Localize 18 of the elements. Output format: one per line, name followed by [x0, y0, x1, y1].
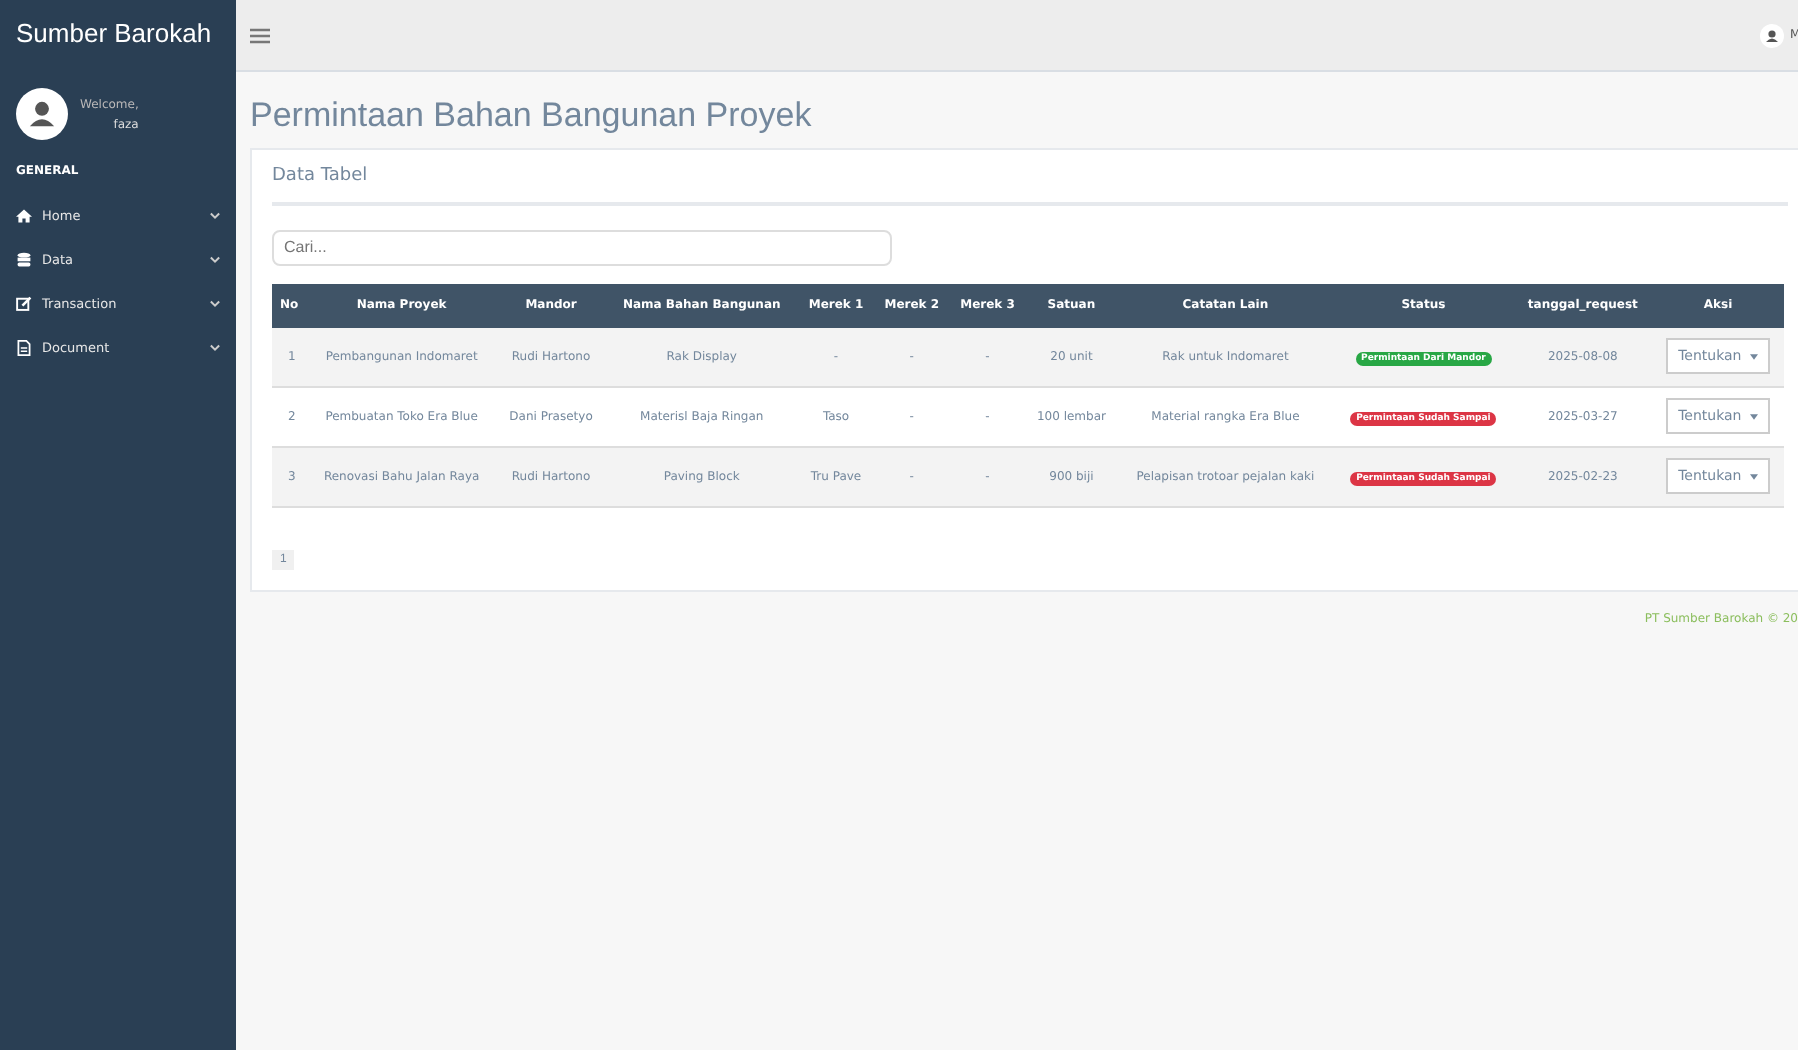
- avatar-icon: [16, 88, 68, 140]
- chevron-icon: [210, 212, 220, 220]
- card-title: Data Tabel: [272, 162, 1788, 206]
- caret-icon: [1749, 473, 1758, 480]
- search-field[interactable]: Cari...: [272, 229, 892, 265]
- menu-icon[interactable]: [250, 27, 270, 43]
- caret-icon: [1749, 353, 1758, 360]
- avatar-icon: [1760, 23, 1784, 47]
- database-icon: [16, 252, 32, 268]
- chevron-icon: [210, 344, 220, 352]
- edit-icon: [16, 296, 32, 312]
- caret-icon: [1749, 413, 1758, 420]
- home-icon: [16, 208, 32, 224]
- document-icon: [16, 340, 32, 356]
- page-title: Permintaan Bahan Bangunan Proyek: [250, 96, 814, 136]
- chevron-icon: [210, 300, 220, 308]
- chevron-icon: [210, 256, 220, 264]
- brand-title: Sumber Barokah: [14, 16, 214, 52]
